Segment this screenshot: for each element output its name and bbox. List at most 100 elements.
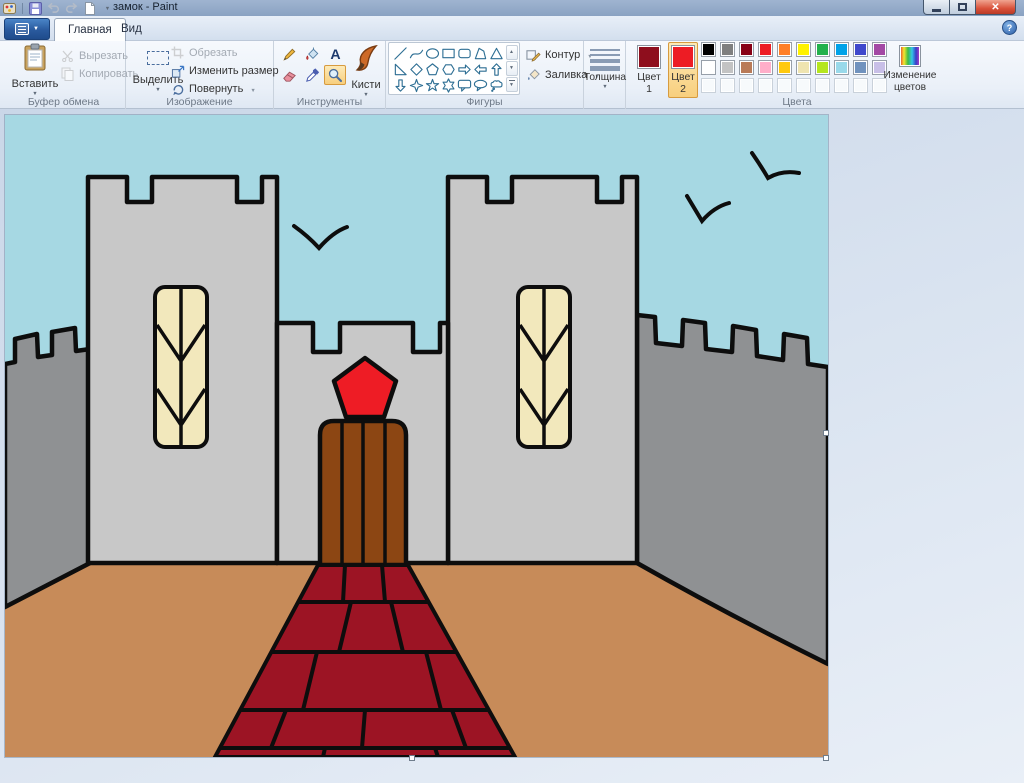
star-6-shape[interactable] — [440, 77, 456, 93]
window-title: замок - Paint — [113, 1, 178, 13]
palette-color-swatch[interactable] — [853, 60, 868, 75]
maximize-button[interactable] — [950, 0, 976, 15]
eraser-tool[interactable] — [278, 65, 300, 85]
palette-color-swatch[interactable] — [701, 60, 716, 75]
left-rampart — [5, 328, 90, 607]
palette-color-swatch[interactable] — [815, 42, 830, 57]
selection-rectangle-icon — [147, 43, 169, 73]
star-5-shape[interactable] — [424, 77, 440, 93]
palette-empty-swatch[interactable] — [815, 78, 830, 93]
group-size: Толщина — [584, 41, 626, 109]
group-clipboard: Вставить Вырезать Копировать Буфер обмен… — [2, 41, 126, 109]
callout-oval-shape[interactable] — [472, 77, 488, 93]
palette-empty-swatch[interactable] — [758, 78, 773, 93]
palette-row-empty — [701, 78, 891, 93]
ellipse-shape[interactable] — [424, 45, 440, 61]
arrow-up-shape[interactable] — [488, 61, 504, 77]
palette-color-swatch[interactable] — [834, 42, 849, 57]
palette-color-swatch[interactable] — [720, 42, 735, 57]
palette-color-swatch[interactable] — [720, 60, 735, 75]
scroll-up-icon[interactable] — [506, 45, 518, 60]
palette-color-swatch[interactable] — [796, 60, 811, 75]
diamond-shape[interactable] — [408, 61, 424, 77]
redo-button[interactable] — [64, 1, 79, 15]
palette-color-swatch[interactable] — [701, 42, 716, 57]
fill-bucket-icon — [304, 46, 321, 63]
drawing-canvas[interactable] — [5, 115, 828, 757]
palette-empty-swatch[interactable] — [777, 78, 792, 93]
palette-color-swatch[interactable] — [815, 60, 830, 75]
rotate-button[interactable]: Повернуть — [170, 80, 256, 97]
palette-color-swatch[interactable] — [758, 42, 773, 57]
pencil-tool[interactable] — [278, 44, 300, 64]
palette-color-swatch[interactable] — [739, 60, 754, 75]
polygon-shape[interactable] — [472, 45, 488, 61]
cut-button[interactable]: Вырезать — [60, 47, 128, 64]
paste-button[interactable]: Вставить — [10, 43, 60, 99]
paint-menu-button[interactable]: ▼ — [4, 18, 50, 40]
color-picker-tool[interactable] — [301, 65, 323, 85]
palette-color-swatch[interactable] — [777, 42, 792, 57]
palette-color-swatch[interactable] — [739, 42, 754, 57]
callout-cloud-shape[interactable] — [488, 77, 504, 93]
edit-colors-button[interactable]: Изменение цветов — [878, 42, 942, 98]
palette-color-swatch[interactable] — [796, 42, 811, 57]
palette-color-swatch[interactable] — [758, 60, 773, 75]
group-colors: Цвет 1 Цвет 2 Изменение цветов Цвета — [626, 41, 968, 109]
text-tool[interactable]: A — [324, 44, 346, 64]
palette-empty-swatch[interactable] — [834, 78, 849, 93]
magnifier-tool[interactable] — [324, 65, 346, 85]
arrow-right-shape[interactable] — [456, 61, 472, 77]
fill-tool[interactable] — [301, 44, 323, 64]
hexagon-shape[interactable] — [440, 61, 456, 77]
palette-empty-swatch[interactable] — [739, 78, 754, 93]
callout-rounded-shape[interactable] — [456, 77, 472, 93]
new-document-icon[interactable] — [82, 1, 97, 15]
qat-separator — [22, 3, 23, 14]
palette-empty-swatch[interactable] — [701, 78, 716, 93]
pentagon-shape[interactable] — [424, 61, 440, 77]
color2-button[interactable]: Цвет 2 — [668, 42, 698, 98]
arrow-left-shape[interactable] — [472, 61, 488, 77]
arrow-down-shape[interactable] — [392, 77, 408, 93]
rectangle-shape[interactable] — [440, 45, 456, 61]
size-button[interactable]: Толщина — [581, 43, 629, 99]
color1-button[interactable]: Цвет 1 — [634, 42, 664, 98]
paint-app-icon[interactable] — [2, 1, 17, 15]
palette-color-swatch[interactable] — [834, 60, 849, 75]
chevron-down-icon — [155, 86, 160, 93]
scroll-down-icon[interactable] — [506, 61, 518, 76]
curve-shape[interactable] — [408, 45, 424, 61]
palette-empty-swatch[interactable] — [720, 78, 735, 93]
line-shape[interactable] — [392, 45, 408, 61]
crop-button[interactable]: Обрезать — [170, 44, 238, 61]
triangle-shape[interactable] — [488, 45, 504, 61]
canvas-resize-handle-corner[interactable] — [823, 755, 829, 761]
undo-button[interactable] — [46, 1, 61, 15]
castle-artwork — [5, 115, 828, 757]
palette-color-swatch[interactable] — [853, 42, 868, 57]
color1-swatch — [637, 45, 661, 69]
star-4-shape[interactable] — [408, 77, 424, 93]
brushes-button[interactable]: Кисти — [350, 43, 382, 99]
rotate-icon — [170, 81, 185, 96]
resize-button[interactable]: Изменить размер — [170, 62, 279, 79]
canvas-resize-handle-right[interactable] — [823, 430, 829, 436]
save-button[interactable] — [28, 1, 43, 15]
gallery-more-icon[interactable] — [506, 77, 518, 92]
right-triangle-shape[interactable] — [392, 61, 408, 77]
shapes-grid — [392, 45, 504, 93]
title-bar: замок - Paint ✕ — [0, 0, 1024, 16]
palette-empty-swatch[interactable] — [853, 78, 868, 93]
tab-view[interactable]: Вид — [108, 18, 155, 41]
palette-color-swatch[interactable] — [777, 60, 792, 75]
brush-icon — [351, 43, 381, 78]
line-thickness-icon — [590, 49, 620, 71]
minimize-button[interactable] — [923, 0, 950, 15]
close-button[interactable]: ✕ — [976, 0, 1016, 15]
group-label-image: Изображение — [126, 96, 273, 108]
palette-empty-swatch[interactable] — [796, 78, 811, 93]
canvas-resize-handle-bottom[interactable] — [409, 755, 415, 761]
help-button[interactable]: ? — [1002, 20, 1017, 35]
rounded-rectangle-shape[interactable] — [456, 45, 472, 61]
